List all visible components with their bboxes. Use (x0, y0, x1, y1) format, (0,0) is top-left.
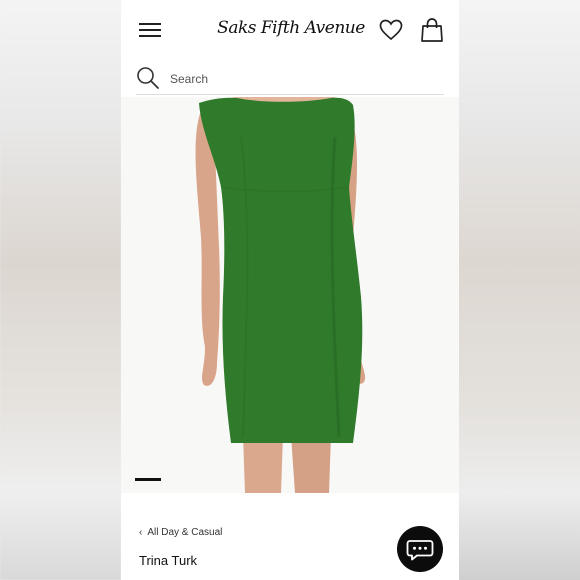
chat-button[interactable] (397, 526, 443, 572)
background-left-blur (0, 0, 121, 580)
breadcrumb[interactable]: ‹ All Day & Casual (139, 527, 222, 538)
heart-icon[interactable] (379, 19, 403, 41)
carousel-indicator[interactable] (135, 478, 161, 481)
breadcrumb-label[interactable]: All Day & Casual (147, 527, 222, 538)
search-bar[interactable] (136, 64, 444, 95)
phone-screen: Saks Fifth Avenue ‹All (121, 0, 459, 580)
shopping-bag-icon[interactable] (419, 17, 445, 43)
search-icon (137, 67, 159, 89)
brand-name[interactable]: Trina Turk (139, 553, 197, 568)
product-image[interactable] (121, 97, 459, 493)
chevron-left-icon: ‹ (139, 527, 143, 538)
search-input[interactable] (170, 70, 430, 88)
saks-logo[interactable]: Saks Fifth Avenue (211, 14, 371, 42)
background-right-blur (459, 0, 580, 580)
chat-bubble-icon (406, 540, 434, 561)
menu-icon[interactable] (139, 21, 163, 39)
top-header: Saks Fifth Avenue (121, 0, 459, 60)
